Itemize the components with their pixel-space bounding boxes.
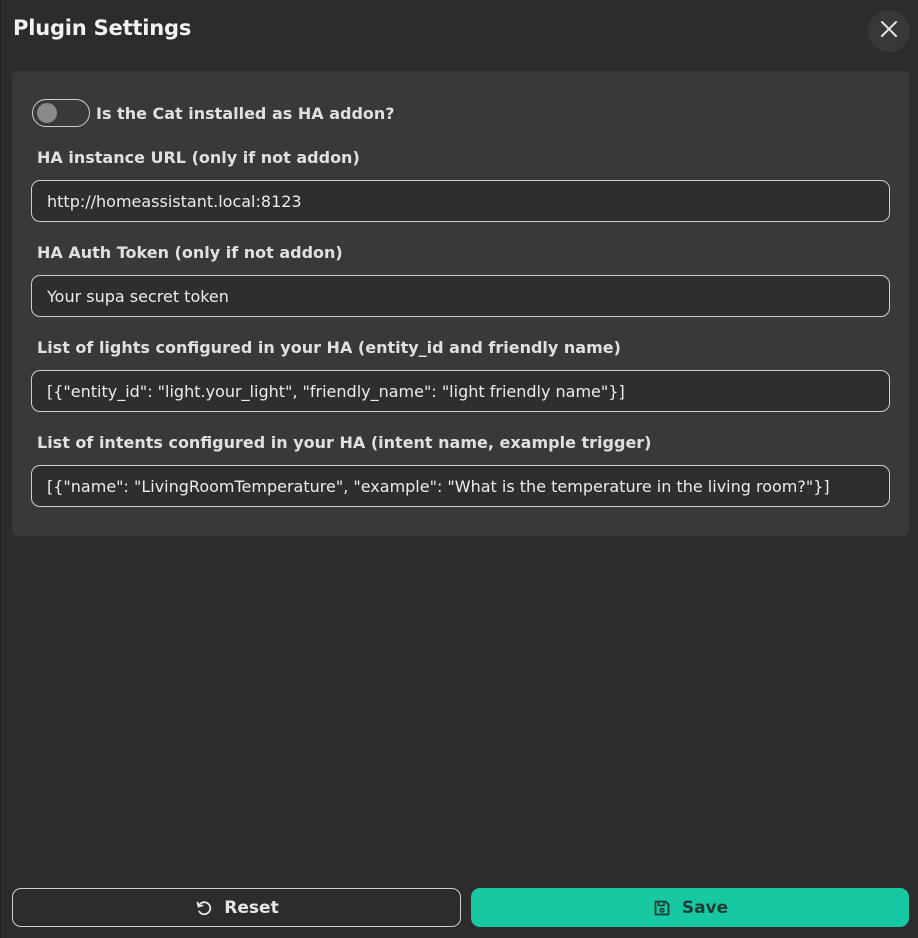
ha-token-label: HA Auth Token (only if not addon) xyxy=(37,243,343,262)
ha-url-label: HA instance URL (only if not addon) xyxy=(37,148,360,167)
reset-button[interactable]: Reset xyxy=(12,888,461,927)
addon-toggle-label: Is the Cat installed as HA addon? xyxy=(96,103,395,123)
lights-list-input[interactable] xyxy=(31,370,890,412)
reset-button-label: Reset xyxy=(224,897,279,918)
addon-toggle[interactable] xyxy=(32,99,90,127)
addon-toggle-row: Is the Cat installed as HA addon? xyxy=(32,99,395,127)
reset-icon xyxy=(194,898,214,918)
save-icon xyxy=(652,898,672,918)
lights-list-label: List of lights configured in your HA (en… xyxy=(37,338,621,357)
page-title: Plugin Settings xyxy=(13,16,192,40)
ha-url-input[interactable] xyxy=(31,180,890,222)
save-button-label: Save xyxy=(681,897,729,918)
ha-token-input[interactable] xyxy=(31,275,890,317)
plugin-settings-dialog: Plugin Settings Is the Cat installed as … xyxy=(0,0,918,938)
settings-panel: Is the Cat installed as HA addon? HA ins… xyxy=(12,71,909,536)
save-button[interactable]: Save xyxy=(471,888,909,927)
close-icon xyxy=(879,19,899,43)
toggle-knob xyxy=(37,103,57,123)
intents-list-input[interactable] xyxy=(31,465,890,507)
close-button[interactable] xyxy=(868,10,910,52)
intents-list-label: List of intents configured in your HA (i… xyxy=(37,433,652,452)
